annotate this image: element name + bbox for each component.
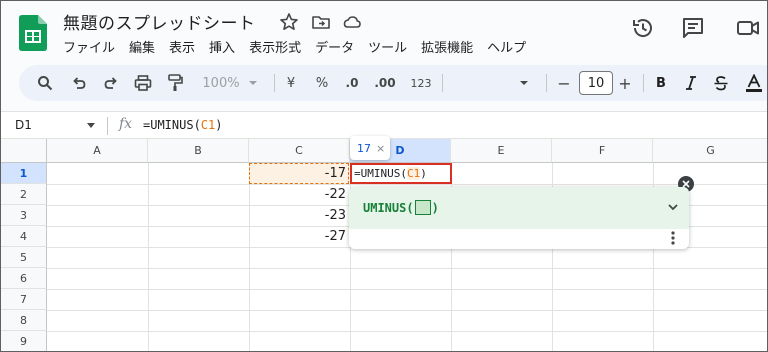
cell-c4[interactable]: -27 [249, 229, 346, 244]
function-close-paren: ) [431, 200, 439, 215]
menu-bar: ファイル 編集 表示 挿入 表示形式 データ ツール 拡張機能 ヘルプ [63, 37, 540, 57]
menu-data[interactable]: データ [315, 37, 354, 57]
column-header-c[interactable]: C [249, 139, 350, 163]
column-header-a[interactable]: A [47, 139, 148, 163]
menu-edit[interactable]: 編集 [129, 37, 155, 57]
column-header-g[interactable]: G [653, 139, 767, 163]
chevron-down-icon[interactable] [667, 201, 679, 213]
chevron-down-icon [248, 81, 257, 85]
increase-decimal-button[interactable]: .00 [371, 73, 399, 93]
redo-icon [104, 77, 117, 89]
cell-editor-prefix: =UMINUS( [354, 167, 407, 180]
formula-input[interactable]: =UMINUS(C1) [143, 118, 222, 132]
italic-icon [686, 76, 696, 90]
text-color-icon [746, 74, 762, 92]
row-header-9[interactable]: 9 [1, 331, 47, 351]
zoom-value: 100% [202, 75, 240, 91]
formula-result-value: 17 [357, 141, 371, 155]
select-all-corner[interactable] [1, 139, 47, 163]
row-header-4[interactable]: 4 [1, 226, 47, 247]
undo-icon [73, 77, 86, 89]
font-size-input[interactable]: 10 [579, 71, 613, 95]
increase-font-size-button[interactable]: + [617, 73, 633, 93]
cell-c2[interactable]: -22 [249, 187, 346, 202]
zoom-select[interactable]: 100% [199, 73, 261, 93]
decrease-decimal-label: .0 [345, 76, 359, 90]
function-open-paren: ( [406, 200, 414, 215]
version-history-icon[interactable] [630, 15, 656, 41]
name-box[interactable]: D1 [15, 118, 32, 132]
paint-format-icon [168, 74, 183, 91]
name-box-dropdown-icon[interactable] [87, 123, 95, 128]
document-title[interactable]: 無題のスプレッドシート [63, 9, 256, 34]
meet-video-icon[interactable] [735, 15, 761, 41]
toolbar: 100% ¥ % .0 .00 123 − 10 + B [19, 65, 767, 101]
row-header-6[interactable]: 6 [1, 268, 47, 289]
row-header-3[interactable]: 3 [1, 205, 47, 226]
redo-button[interactable] [101, 73, 121, 93]
row-header-8[interactable]: 8 [1, 310, 47, 331]
menu-insert[interactable]: 挿入 [209, 37, 235, 57]
menu-extensions[interactable]: 拡張機能 [421, 37, 473, 57]
decrease-font-size-button[interactable]: − [556, 73, 572, 93]
cell-editor-ref: C1 [406, 167, 421, 180]
menu-file[interactable]: ファイル [63, 37, 115, 57]
comments-icon[interactable] [680, 15, 706, 41]
font-dropdown-button[interactable] [517, 73, 531, 93]
search-icon [38, 76, 53, 91]
increase-decimal-label: .00 [374, 76, 396, 90]
italic-button[interactable] [683, 73, 699, 93]
formula-result-tooltip: 17 × [350, 136, 390, 160]
sheets-logo-icon[interactable] [19, 15, 47, 51]
undo-button[interactable] [69, 73, 89, 93]
column-header-e[interactable]: E [451, 139, 552, 163]
formula-ref: C1 [200, 118, 216, 132]
more-vert-icon[interactable] [667, 230, 679, 246]
menu-tools[interactable]: ツール [368, 37, 407, 57]
function-name: UMINUS [363, 200, 407, 215]
print-icon [134, 75, 152, 91]
decrease-decimal-button[interactable]: .0 [341, 73, 363, 93]
cell-c1[interactable]: -17 [249, 166, 346, 181]
close-tooltip-icon[interactable]: × [376, 142, 385, 155]
column-header-f[interactable]: F [552, 139, 653, 163]
text-color-button[interactable] [745, 73, 763, 93]
app-window: 無題のスプレッドシート ファイル 編集 表示 挿入 表示形式 データ ツール 拡… [0, 0, 768, 352]
currency-format-button[interactable]: ¥ [283, 73, 299, 93]
search-menus-button[interactable] [35, 73, 55, 93]
function-signature: UMINUS() [363, 200, 439, 215]
menu-format[interactable]: 表示形式 [249, 37, 301, 57]
menu-view[interactable]: 表示 [169, 37, 195, 57]
formula-suffix: ) [215, 118, 223, 132]
menu-help[interactable]: ヘルプ [487, 37, 526, 57]
row-header-5[interactable]: 5 [1, 247, 47, 268]
fx-icon: fx [119, 116, 133, 132]
chevron-down-icon [520, 81, 528, 85]
function-help-popup: UMINUS() [349, 187, 689, 249]
row-header-2[interactable]: 2 [1, 184, 47, 205]
bold-button[interactable]: B [653, 73, 669, 93]
formula-prefix: =UMINUS( [143, 118, 201, 132]
strikethrough-button[interactable] [712, 73, 730, 93]
function-param-placeholder [414, 200, 431, 215]
function-help-header[interactable]: UMINUS() [349, 187, 689, 229]
column-header-b[interactable]: B [148, 139, 249, 163]
strikethrough-icon [714, 76, 728, 91]
cell-d1-editor[interactable]: =UMINUS(C1) [350, 163, 452, 184]
cell-editor-suffix: ) [420, 167, 427, 180]
print-button[interactable] [133, 73, 153, 93]
cloud-saved-icon[interactable] [342, 12, 362, 32]
formula-bar: D1 fx =UMINUS(C1) [1, 111, 767, 139]
move-folder-icon[interactable] [311, 12, 331, 32]
row-header-1[interactable]: 1 [1, 163, 47, 184]
cell-c3[interactable]: -23 [249, 208, 346, 223]
paint-format-button[interactable] [165, 73, 185, 93]
more-formats-button[interactable]: 123 [409, 73, 433, 93]
row-header-7[interactable]: 7 [1, 289, 47, 310]
star-icon[interactable] [279, 12, 299, 32]
percent-format-button[interactable]: % [314, 73, 330, 93]
